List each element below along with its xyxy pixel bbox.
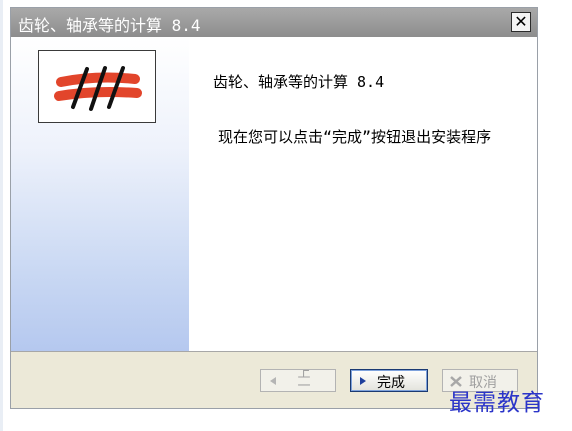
wizard-content: 齿轮、轴承等的计算 8.4 现在您可以点击“完成”按钮退出安装程序 bbox=[189, 37, 537, 351]
arrow-left-icon bbox=[270, 377, 276, 385]
wizard-sidebar bbox=[11, 37, 189, 351]
finish-button[interactable]: 完成 bbox=[350, 369, 428, 392]
hatch-logo-icon bbox=[54, 66, 142, 111]
arrow-right-icon bbox=[360, 377, 366, 385]
close-icon: ✕ bbox=[514, 12, 528, 31]
finish-message: 现在您可以点击“完成”按钮退出安装程序 bbox=[218, 128, 492, 146]
product-logo bbox=[38, 50, 156, 123]
close-button[interactable]: ✕ bbox=[511, 12, 531, 32]
page-heading: 齿轮、轴承等的计算 8.4 bbox=[213, 73, 385, 91]
title-bar[interactable]: 齿轮、轴承等的计算 8.4 ✕ bbox=[11, 8, 537, 37]
back-button[interactable]: 上一步 bbox=[260, 369, 336, 392]
watermark-text: 最需教育 bbox=[449, 390, 545, 416]
finish-button-label: 完成 bbox=[377, 375, 405, 391]
installer-window: 齿轮、轴承等的计算 8.4 ✕ 齿轮、轴承等的计算 8.4 现在您可以点击“完成… bbox=[10, 7, 538, 409]
back-button-label: 上一步 bbox=[297, 369, 311, 392]
window-title: 齿轮、轴承等的计算 8.4 bbox=[18, 16, 201, 35]
desktop-edge bbox=[0, 0, 3, 431]
